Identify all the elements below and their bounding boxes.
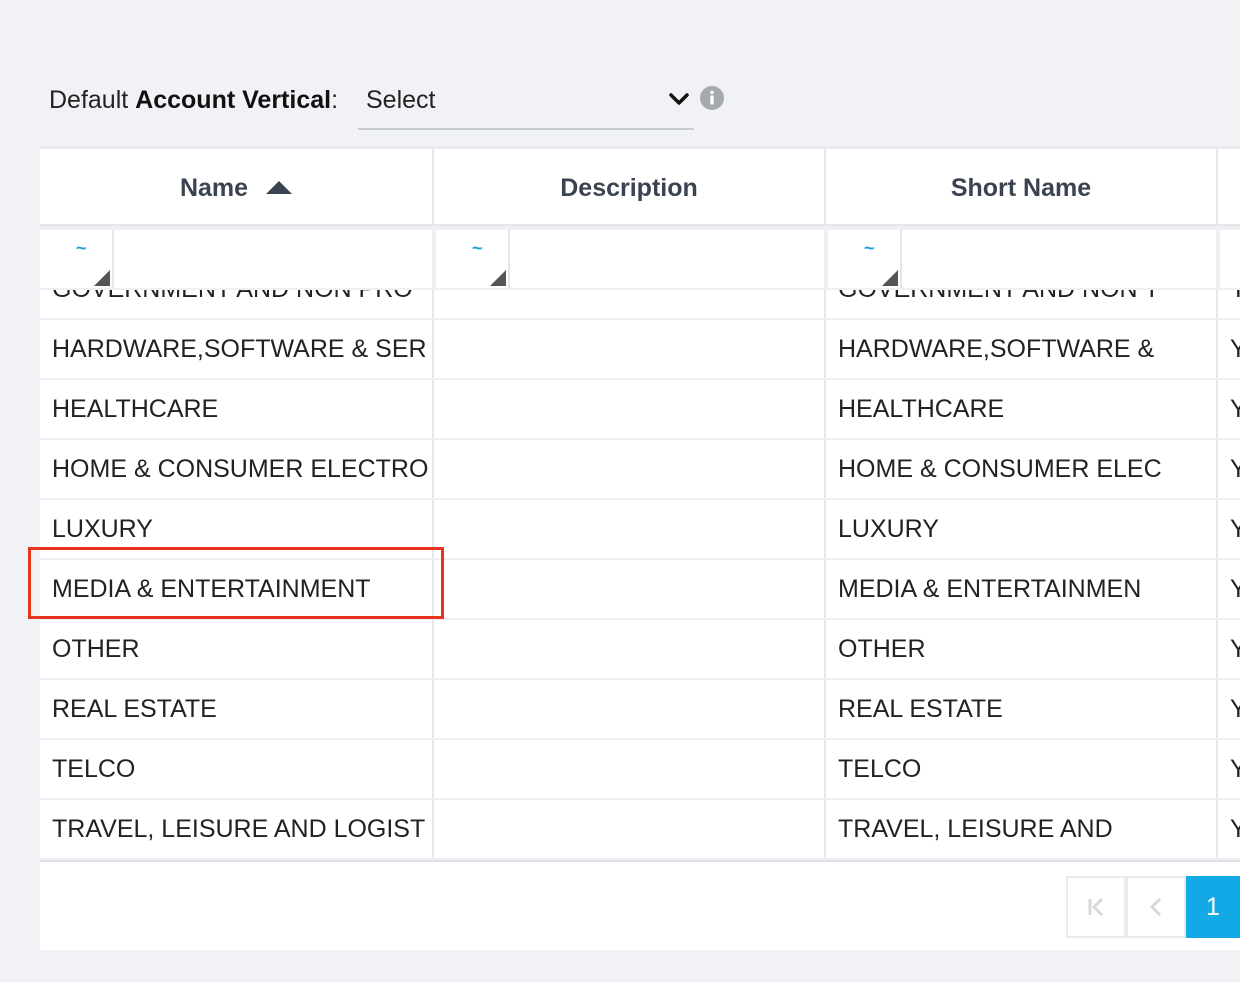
page-number: 1: [1206, 892, 1220, 921]
cell-short-name: TELCO: [826, 740, 1218, 798]
chevron-down-icon: [669, 93, 689, 105]
cell-name: HEALTHCARE: [40, 380, 434, 438]
dropdown-corner-icon: [490, 270, 506, 286]
cell-flag: Y: [1218, 320, 1240, 378]
account-vertical-grid: Name Description Short Name ~ ~ ~ HARDWA…: [40, 146, 1240, 950]
column-header-name[interactable]: Name: [40, 149, 434, 227]
cell-flag: Y: [1218, 290, 1240, 318]
first-page-button[interactable]: [1066, 876, 1126, 938]
filter-operator-button[interactable]: ~: [828, 230, 902, 288]
column-header-more[interactable]: [1218, 149, 1240, 227]
cell-description: [434, 320, 826, 378]
dropdown-corner-icon: [882, 270, 898, 286]
grid-filter-row: ~ ~ ~: [40, 224, 1240, 290]
sort-ascending-icon: [266, 180, 293, 194]
cell-name: HOME & CONSUMER ELECTRO: [40, 440, 434, 498]
first-page-icon: [1088, 897, 1104, 917]
table-row[interactable]: TELCO TELCO Y: [40, 740, 1240, 800]
cell-description: [434, 440, 826, 498]
table-row[interactable]: HOME & CONSUMER ELECTRO HOME & CONSUMER …: [40, 440, 1240, 500]
column-header-label: Name: [179, 173, 249, 202]
cell-name: HARDWARE,SOFTWARE & SER: [40, 320, 434, 378]
cell-flag: Y: [1218, 560, 1240, 618]
filter-operator-button[interactable]: ~: [436, 230, 510, 288]
cell-short-name: LUXURY: [826, 500, 1218, 558]
cell-short-name: TRAVEL, LEISURE AND: [826, 800, 1218, 858]
cell-description: [434, 380, 826, 438]
filter-cell-name: ~: [40, 230, 432, 288]
cell-short-name: HOME & CONSUMER ELEC: [826, 440, 1218, 498]
cell-short-name: OTHER: [826, 620, 1218, 678]
cell-description: [434, 500, 826, 558]
info-icon[interactable]: [700, 86, 724, 110]
table-row[interactable]: TRAVEL, LEISURE AND LOGIST TRAVEL, LEISU…: [40, 800, 1240, 860]
filter-operator-icon: ~: [76, 238, 87, 258]
cell-flag: Y: [1218, 800, 1240, 858]
filter-input-name[interactable]: [116, 230, 432, 288]
page-1-button[interactable]: 1: [1186, 876, 1240, 938]
column-header-short-name[interactable]: Short Name: [826, 149, 1218, 227]
table-row[interactable]: MEDIA & ENTERTAINMENT MEDIA & ENTERTAINM…: [40, 560, 1240, 620]
cell-flag: Y: [1218, 440, 1240, 498]
table-row[interactable]: HEALTHCARE HEALTHCARE Y: [40, 380, 1240, 440]
cell-flag: Y: [1218, 380, 1240, 438]
cell-description: [434, 560, 826, 618]
cell-short-name: MEDIA & ENTERTAINMEN: [826, 560, 1218, 618]
grid-header-row: Name Description Short Name: [40, 146, 1240, 227]
filter-cell-short-name: ~: [828, 230, 1216, 288]
cell-name: OTHER: [40, 620, 434, 678]
cell-short-name: REAL ESTATE: [826, 680, 1218, 738]
filter-operator-button[interactable]: ~: [40, 230, 114, 288]
filter-input-short-name[interactable]: [904, 230, 1216, 288]
cell-short-name: HEALTHCARE: [826, 380, 1218, 438]
table-row[interactable]: REAL ESTATE REAL ESTATE Y: [40, 680, 1240, 740]
cell-description: [434, 680, 826, 738]
cell-description: [434, 800, 826, 858]
filter-cell-more: [1220, 230, 1240, 288]
table-row[interactable]: GOVERNMENT AND NON PRO GOVERNMENT AND NO…: [40, 290, 1240, 320]
filter-input-description[interactable]: [512, 230, 824, 288]
cell-flag: Y: [1218, 620, 1240, 678]
cell-flag: Y: [1218, 680, 1240, 738]
dropdown-corner-icon: [94, 270, 110, 286]
cell-name: LUXURY: [40, 500, 434, 558]
cell-flag: Y: [1218, 740, 1240, 798]
filter-operator-icon: ~: [472, 238, 483, 258]
cell-description: [434, 740, 826, 798]
select-value: Select: [366, 86, 436, 114]
column-header-label: Short Name: [950, 173, 1092, 202]
cell-description: [434, 620, 826, 678]
grid-body: GOVERNMENT AND NON PRO GOVERNMENT AND NO…: [40, 290, 1240, 860]
cell-name: TRAVEL, LEISURE AND LOGIST: [40, 800, 434, 858]
table-row[interactable]: HARDWARE,SOFTWARE & SER HARDWARE,SOFTWAR…: [40, 320, 1240, 380]
cell-name: REAL ESTATE: [40, 680, 434, 738]
filter-operator-icon: ~: [864, 238, 875, 258]
cell-short-name: HARDWARE,SOFTWARE &: [826, 320, 1218, 378]
grid-divider: [40, 860, 1240, 862]
cell-flag: Y: [1218, 500, 1240, 558]
cell-name: TELCO: [40, 740, 434, 798]
cell-description: [434, 290, 826, 318]
account-vertical-label: Default Account Vertical:: [49, 86, 339, 114]
cell-short-name: GOVERNMENT AND NON T: [826, 290, 1218, 318]
column-header-label: Description: [560, 173, 698, 202]
cell-name: MEDIA & ENTERTAINMENT: [40, 560, 434, 618]
column-header-description[interactable]: Description: [434, 149, 826, 227]
table-row[interactable]: OTHER OTHER Y: [40, 620, 1240, 680]
account-vertical-select[interactable]: Select: [358, 78, 694, 130]
table-row[interactable]: LUXURY LUXURY Y: [40, 500, 1240, 560]
filter-cell-description: ~: [436, 230, 824, 288]
prev-page-button[interactable]: [1126, 876, 1186, 938]
prev-page-icon: [1149, 897, 1162, 917]
cell-name: GOVERNMENT AND NON PRO: [40, 290, 434, 318]
